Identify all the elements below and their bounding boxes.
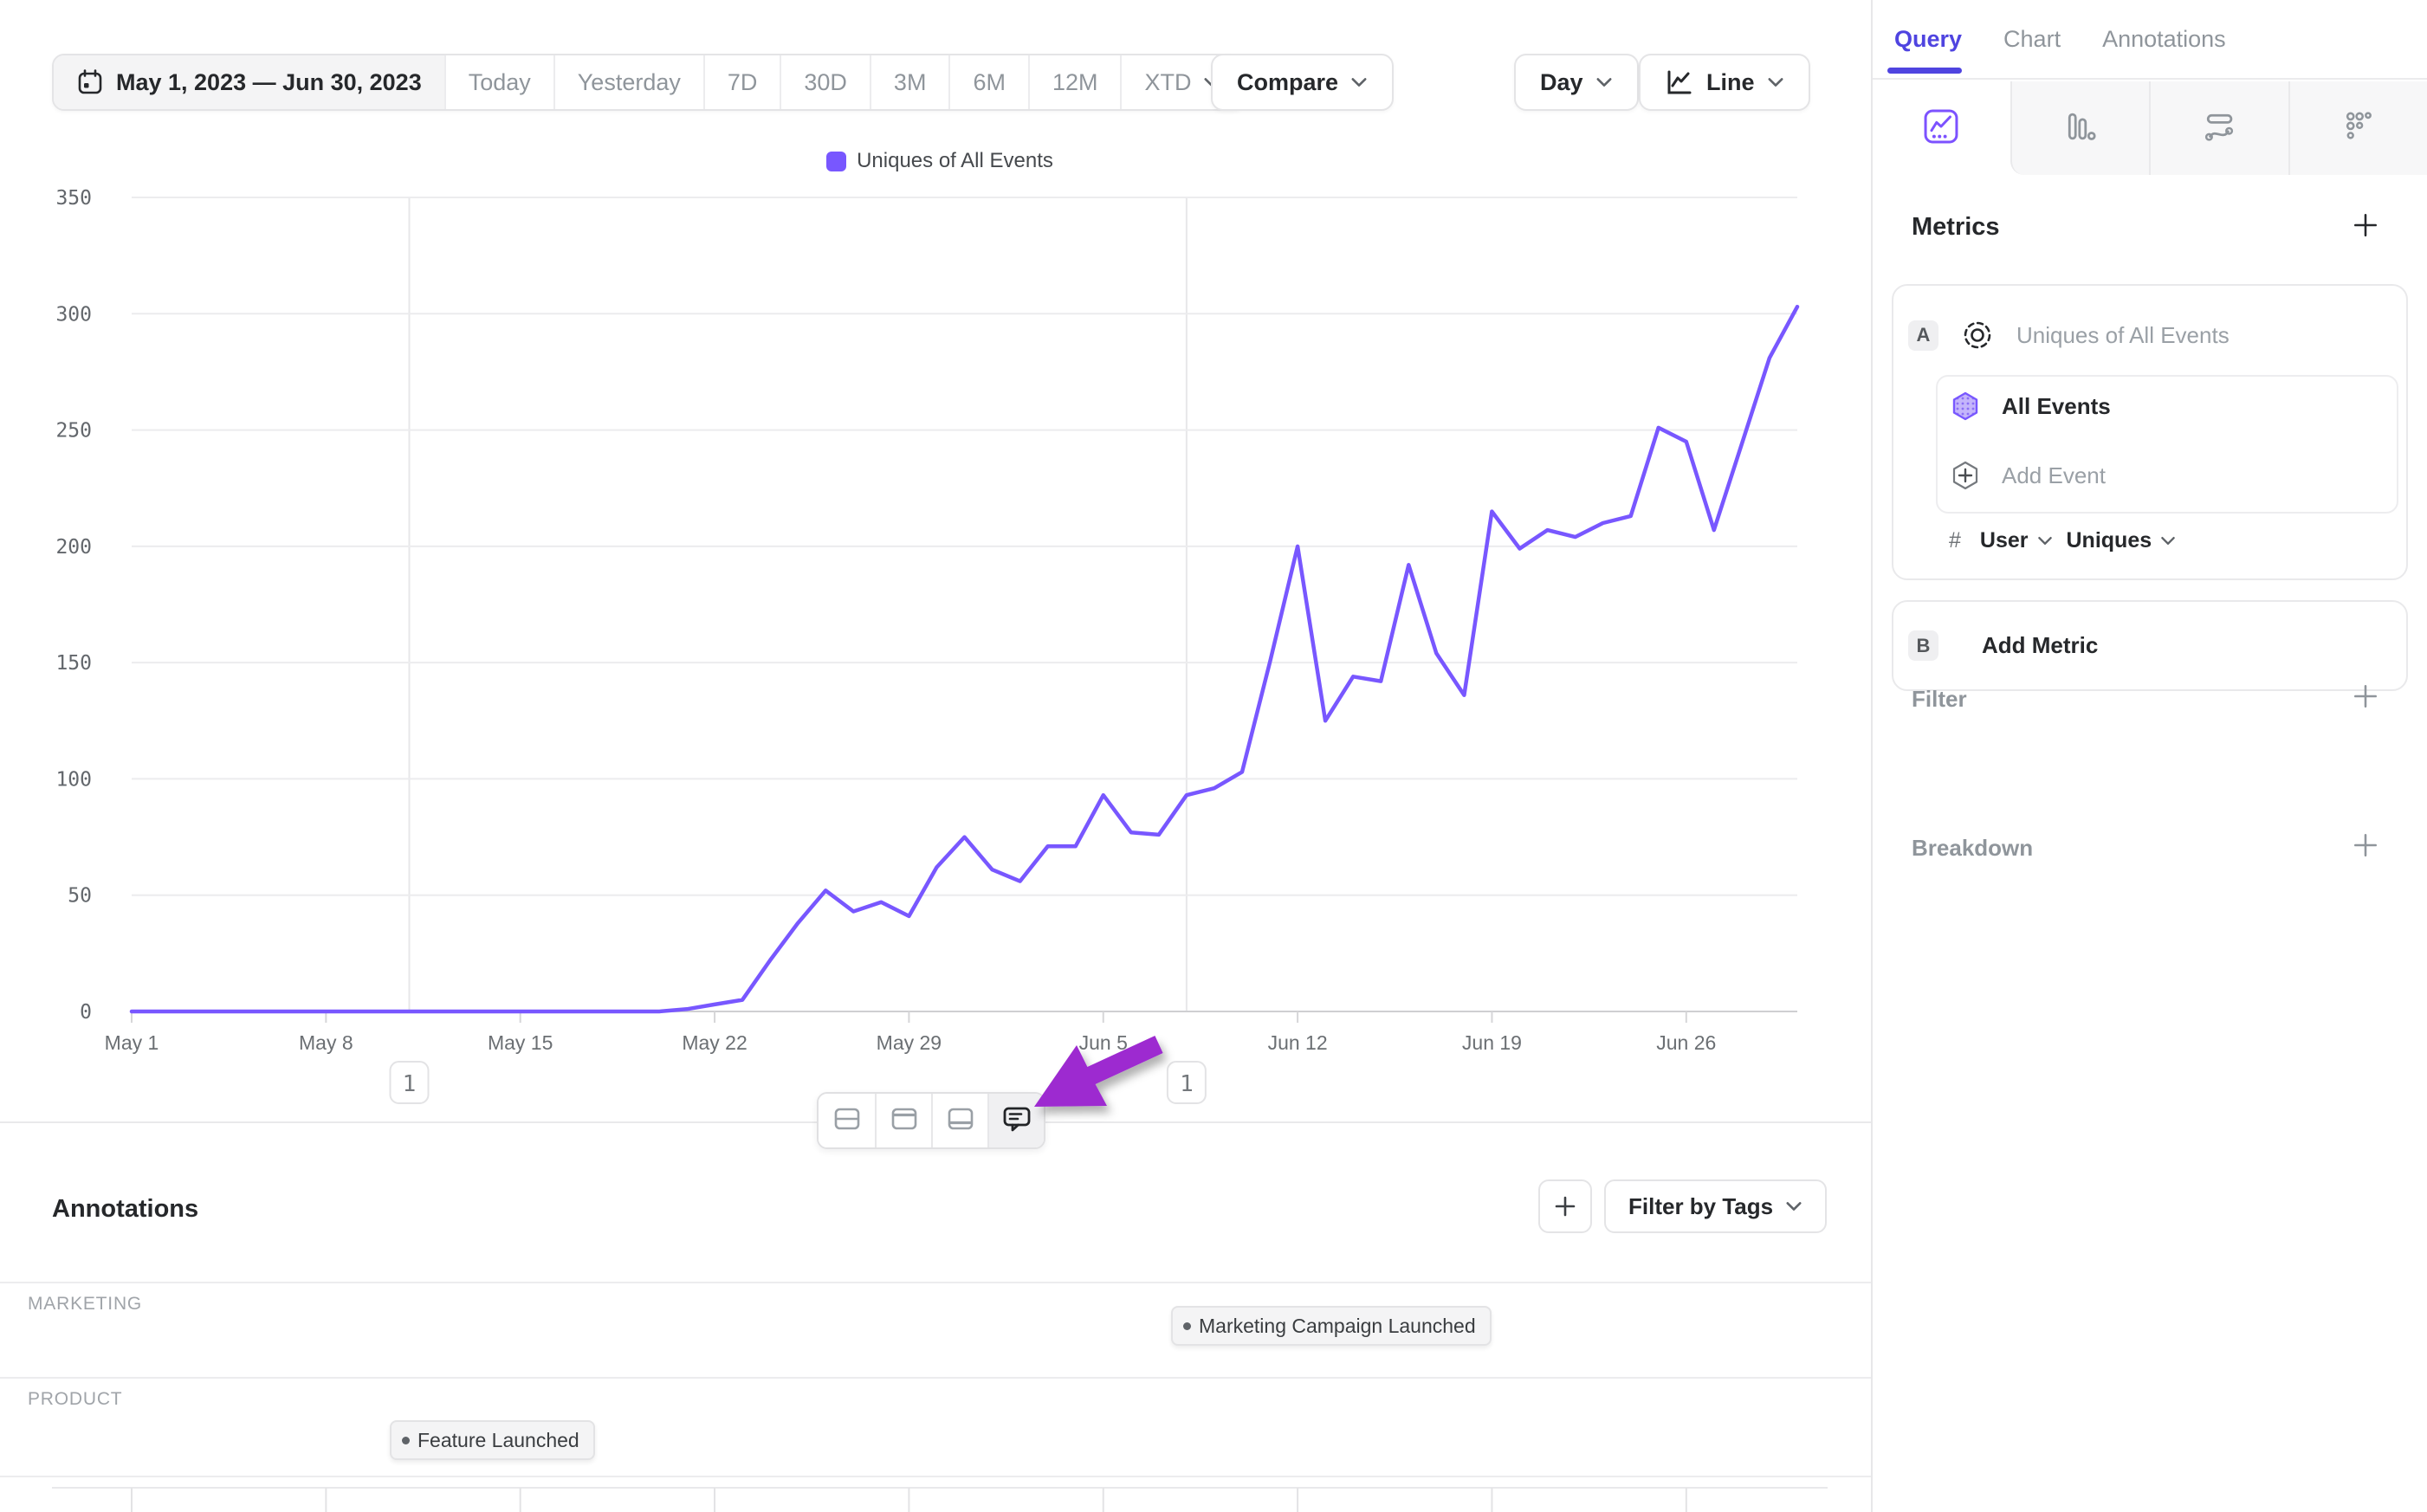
sidebar-tab-chart[interactable]: Chart	[2003, 0, 2061, 79]
y-axis-tick-label: 350	[55, 187, 92, 210]
sidebar-tab-label: Chart	[2003, 26, 2061, 53]
event-item-all-events[interactable]: All Events	[1950, 391, 2111, 422]
x-axis-tick-label: May 1	[105, 1031, 159, 1054]
filter-by-tags-button[interactable]: Filter by Tags	[1604, 1179, 1827, 1233]
aggregation-dropdown[interactable]: Uniques	[2067, 528, 2177, 553]
chart-type-tabs	[1873, 81, 2427, 175]
add-event-hexagon-icon	[1950, 460, 1981, 491]
add-metric-label: Add Metric	[1982, 632, 2098, 659]
insights-report-page: May 1, 2023 — Jun 30, 2023 TodayYesterda…	[0, 0, 2427, 1512]
y-axis-tick-label: 200	[55, 536, 92, 559]
metric-card-a: A Uniques of All Events All Events	[1892, 284, 2408, 580]
metric-title[interactable]: Uniques of All Events	[2016, 322, 2230, 349]
active-tab-underline	[1887, 68, 1962, 74]
event-name: All Events	[2002, 393, 2111, 420]
event-hexagon-icon	[1950, 391, 1981, 422]
x-axis-tick-label: May 22	[682, 1031, 747, 1054]
grid-dots-icon	[2340, 107, 2378, 150]
chart-type-bar-chart[interactable]	[2010, 81, 2150, 175]
y-axis-tick-label: 50	[68, 885, 92, 908]
event-box: All Events Add Event	[1936, 375, 2398, 514]
panel-top-toggle[interactable]	[875, 1094, 931, 1147]
add-breakdown-button[interactable]	[2352, 831, 2379, 863]
annotation-pill[interactable]: Feature Launched	[390, 1420, 595, 1460]
chevron-down-icon	[1785, 1201, 1802, 1212]
y-axis-tick-label: 300	[55, 303, 92, 326]
entity-label: User	[1980, 528, 2029, 553]
y-axis-tick-label: 150	[55, 652, 92, 675]
annotation-dot-icon	[1183, 1322, 1191, 1330]
chevron-down-icon	[2037, 536, 2053, 546]
plus-icon	[1552, 1193, 1578, 1219]
add-event-button[interactable]: Add Event	[1950, 460, 2106, 491]
filter-heading: Filter	[1912, 686, 1967, 713]
annotation-group-label: MARKETING	[28, 1294, 142, 1315]
metric-card-b[interactable]: B Add Metric	[1892, 600, 2408, 691]
add-event-label: Add Event	[2002, 462, 2106, 489]
chart-type-grid-dots[interactable]	[2288, 81, 2427, 175]
sidebar-tabs: Query Chart Annotations	[1873, 0, 2427, 80]
series-line-uniques-of-all-events[interactable]	[132, 307, 1797, 1011]
annotation-row-product: PRODUCT Feature Launched	[0, 1377, 1871, 1476]
sidebar-tab-label: Query	[1894, 26, 1962, 53]
annotation-label: Feature Launched	[417, 1429, 579, 1452]
metric-scope-icon	[1961, 319, 1994, 352]
main-area: May 1, 2023 — Jun 30, 2023 TodayYesterda…	[0, 0, 1871, 1512]
y-axis-tick-label: 100	[55, 768, 92, 791]
filter-by-tags-label: Filter by Tags	[1628, 1193, 1773, 1220]
x-axis-tick-label: Jun 26	[1656, 1031, 1716, 1054]
y-axis-tick-label: 250	[55, 420, 92, 443]
flow-chart-icon	[2200, 107, 2238, 150]
panel-top-icon	[889, 1103, 920, 1139]
bar-chart-icon	[2061, 107, 2100, 150]
annotation-pill[interactable]: Marketing Campaign Launched	[1171, 1306, 1492, 1346]
number-type-icon: #	[1949, 528, 1961, 553]
pointer-arrow-shape	[1034, 1036, 1163, 1107]
chart-type-flow-chart[interactable]	[2149, 81, 2288, 175]
metric-badge: A	[1908, 320, 1938, 351]
split-horizontal-toggle[interactable]	[819, 1094, 875, 1147]
add-metric-plus-button[interactable]	[2352, 211, 2379, 243]
annotation-label: Marketing Campaign Launched	[1199, 1315, 1476, 1338]
breakdown-heading: Breakdown	[1912, 835, 2033, 862]
annotations-timeline-ruler	[0, 1475, 1871, 1512]
add-annotation-button[interactable]	[1538, 1179, 1592, 1233]
x-axis-tick-label: Jun 19	[1462, 1031, 1522, 1054]
chart-type-line-chart[interactable]	[1873, 81, 2010, 175]
plus-icon	[2352, 682, 2379, 710]
x-axis-tick-label: May 29	[877, 1031, 942, 1054]
plus-icon	[2352, 831, 2379, 859]
x-axis-tick-label: May 8	[299, 1031, 353, 1054]
pointer-arrow	[953, 996, 1230, 1169]
line-chart-icon	[1922, 107, 1960, 150]
split-horizontal-icon	[832, 1103, 863, 1139]
annotation-count-label: 1	[403, 1071, 417, 1097]
query-sidebar: Query Chart Annotations Metrics A Uniques …	[1871, 0, 2427, 1512]
annotation-group-label: PRODUCT	[28, 1389, 122, 1410]
sidebar-tab-query[interactable]: Query	[1894, 0, 1962, 79]
annotation-groups: MARKETING Marketing Campaign Launched PROD…	[0, 1282, 1871, 1476]
entity-dropdown[interactable]: User	[1980, 528, 2053, 553]
plus-icon	[2352, 211, 2379, 239]
line-chart: 0 50 100 150 200 250 300 350 May 1 May 8 May 15 May…	[0, 0, 1871, 1152]
annotations-title: Annotations	[52, 1195, 198, 1224]
aggregation-label: Uniques	[2067, 528, 2152, 553]
y-axis-tick-label: 0	[80, 1001, 92, 1024]
chevron-down-icon	[2160, 536, 2176, 546]
x-axis-tick-label: May 15	[488, 1031, 553, 1054]
metric-badge: B	[1908, 630, 1938, 661]
add-filter-button[interactable]	[2352, 682, 2379, 714]
metrics-heading: Metrics	[1912, 213, 2000, 242]
aggregation-row: # User Uniques	[1949, 528, 2176, 553]
x-axis-tick-label: Jun 12	[1268, 1031, 1328, 1054]
sidebar-tab-annotations[interactable]: Annotations	[2102, 0, 2226, 79]
sidebar-tab-label: Annotations	[2102, 26, 2226, 53]
annotation-row-marketing: MARKETING Marketing Campaign Launched	[0, 1282, 1871, 1377]
annotation-dot-icon	[402, 1437, 410, 1444]
